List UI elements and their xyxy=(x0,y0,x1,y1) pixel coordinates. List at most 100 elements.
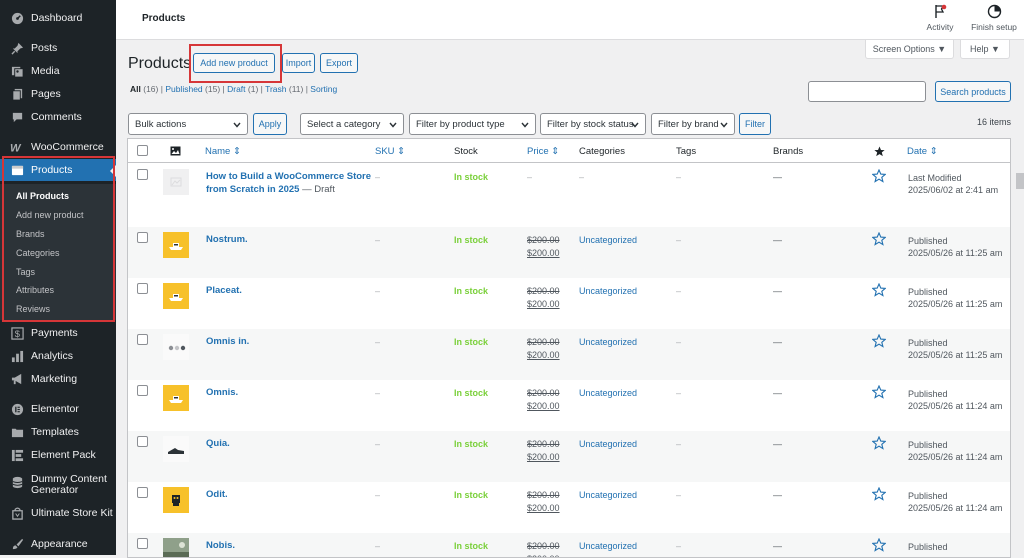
product-name-link[interactable]: Nobis. xyxy=(206,539,376,552)
product-name[interactable]: Nostrum. xyxy=(206,234,248,245)
sorting-link[interactable]: Sorting xyxy=(310,84,337,94)
product-thumbnail[interactable] xyxy=(163,169,189,195)
name-column-header[interactable]: Name ⇕ xyxy=(205,139,241,163)
product-thumbnail[interactable] xyxy=(163,538,189,557)
chevron-down-icon xyxy=(720,122,728,128)
category-select[interactable]: Select a category xyxy=(300,113,404,135)
product-name-link[interactable]: Omnis in. xyxy=(206,335,376,348)
product-name[interactable]: How to Build a WooCommerce Store from Sc… xyxy=(206,171,371,195)
product-thumbnail[interactable] xyxy=(163,436,189,462)
product-name-link[interactable]: Nostrum. xyxy=(206,233,376,246)
product-name[interactable]: Quia. xyxy=(206,438,230,449)
product-thumbnail[interactable] xyxy=(163,385,189,411)
product-thumbnail[interactable] xyxy=(163,283,189,309)
menu-item-payments[interactable]: $ Payments xyxy=(0,322,116,344)
page-title: Products xyxy=(128,55,192,72)
sku-column-header[interactable]: SKU ⇕ xyxy=(375,139,405,163)
menu-item-templates[interactable]: Templates xyxy=(0,421,116,443)
screen-options-tab[interactable]: Screen Options ▼ xyxy=(865,40,954,59)
product-thumbnail[interactable] xyxy=(163,334,189,360)
import-button[interactable]: Import xyxy=(282,53,315,73)
menu-item-marketing[interactable]: Marketing xyxy=(0,368,116,390)
menu-item-appearance[interactable]: Appearance xyxy=(0,533,116,555)
table-row: Omnis in. – In stock $200.00 $200.00 Uncatego… xyxy=(128,329,1010,380)
select-all-checkbox[interactable] xyxy=(137,145,148,156)
filter-button[interactable]: Filter xyxy=(739,113,771,135)
menu-item-elementor[interactable]: Elementor xyxy=(0,398,116,420)
status-all[interactable]: All xyxy=(130,84,141,94)
product-name-link[interactable]: Quia. xyxy=(206,437,376,450)
product-name-link[interactable]: Placeat. xyxy=(206,284,376,297)
row-checkbox[interactable] xyxy=(137,334,148,345)
menu-item-woocommerce[interactable]: W WooCommerce xyxy=(0,136,116,158)
product-name[interactable]: Nobis. xyxy=(206,540,235,551)
export-button[interactable]: Export xyxy=(320,53,358,73)
row-checkbox[interactable] xyxy=(137,487,148,498)
category-link[interactable]: Uncategorized xyxy=(579,439,637,449)
add-new-highlight xyxy=(189,44,282,83)
row-checkbox[interactable] xyxy=(137,232,148,243)
menu-item-element-pack[interactable]: Element Pack xyxy=(0,444,116,466)
featured-star-icon[interactable] xyxy=(871,435,887,453)
product-name[interactable]: Odit. xyxy=(206,489,228,500)
product-name[interactable]: Omnis. xyxy=(206,387,238,398)
bulk-actions-select[interactable]: Bulk actions xyxy=(128,113,248,135)
row-checkbox[interactable] xyxy=(137,283,148,294)
row-checkbox[interactable] xyxy=(137,436,148,447)
page-scrollbar[interactable] xyxy=(1016,173,1024,189)
brand-select[interactable]: Filter by brand xyxy=(651,113,735,135)
products-menu-highlight xyxy=(2,156,115,322)
product-thumbnail[interactable] xyxy=(163,487,189,513)
menu-item-analytics[interactable]: Analytics xyxy=(0,345,116,367)
activity-button[interactable]: Activity xyxy=(922,4,958,32)
image-column-icon xyxy=(170,139,181,163)
search-products-button[interactable]: Search products xyxy=(935,81,1011,102)
product-name[interactable]: Omnis in. xyxy=(206,336,249,347)
featured-star-icon[interactable] xyxy=(871,486,887,504)
product-name[interactable]: Placeat. xyxy=(206,285,242,296)
status-draft[interactable]: Draft xyxy=(227,84,245,94)
status-trash[interactable]: Trash xyxy=(265,84,286,94)
product-name-link[interactable]: Omnis. xyxy=(206,386,376,399)
stock-status-select[interactable]: Filter by stock status xyxy=(540,113,646,135)
date-column-header[interactable]: Date ⇕ xyxy=(907,139,938,163)
category-link[interactable]: Uncategorized xyxy=(579,286,637,296)
featured-star-icon[interactable] xyxy=(871,231,887,249)
row-checkbox[interactable] xyxy=(137,169,148,180)
category-link[interactable]: Uncategorized xyxy=(579,337,637,347)
price-column-header[interactable]: Price ⇕ xyxy=(527,139,559,163)
price-cell: $200.00 $200.00 xyxy=(527,489,560,515)
row-checkbox[interactable] xyxy=(137,538,148,549)
status-all-count: (16) xyxy=(143,84,159,94)
menu-item-dummy-content[interactable]: Dummy Content Generator xyxy=(0,472,116,502)
row-checkbox[interactable] xyxy=(137,385,148,396)
apply-button[interactable]: Apply xyxy=(253,113,287,135)
help-tab[interactable]: Help ▼ xyxy=(960,40,1010,59)
category-link[interactable]: Uncategorized xyxy=(579,388,637,398)
product-type-select[interactable]: Filter by product type xyxy=(409,113,536,135)
search-input[interactable] xyxy=(808,81,926,102)
featured-column-header[interactable] xyxy=(874,139,885,163)
featured-star-icon[interactable] xyxy=(871,537,887,555)
product-name-link[interactable]: Odit. xyxy=(206,488,376,501)
product-name-link[interactable]: How to Build a WooCommerce Store from Sc… xyxy=(206,170,376,196)
finish-setup-button[interactable]: Finish setup xyxy=(968,4,1020,32)
menu-item-dashboard[interactable]: Dashboard xyxy=(0,7,116,29)
category-link[interactable]: Uncategorized xyxy=(579,235,637,245)
menu-item-posts[interactable]: Posts xyxy=(0,37,116,59)
status-filter-links: All (16) | Published (15) | Draft (1) | … xyxy=(130,84,338,94)
menu-item-media[interactable]: Media xyxy=(0,60,116,82)
menu-item-pages[interactable]: Pages xyxy=(0,83,116,105)
category-link[interactable]: Uncategorized xyxy=(579,541,637,551)
publish-status: Published xyxy=(908,491,948,501)
featured-star-icon[interactable] xyxy=(871,282,887,300)
menu-item-ultimate-store-kit[interactable]: Ultimate Store Kit xyxy=(0,502,116,524)
product-thumbnail[interactable] xyxy=(163,232,189,258)
category-link[interactable]: Uncategorized xyxy=(579,490,637,500)
featured-star-icon[interactable] xyxy=(871,384,887,402)
featured-star-icon[interactable] xyxy=(871,333,887,351)
stock-status: In stock xyxy=(454,541,489,551)
featured-star-icon[interactable] xyxy=(871,168,887,186)
status-published[interactable]: Published xyxy=(165,84,202,94)
menu-item-comments[interactable]: Comments xyxy=(0,106,116,128)
